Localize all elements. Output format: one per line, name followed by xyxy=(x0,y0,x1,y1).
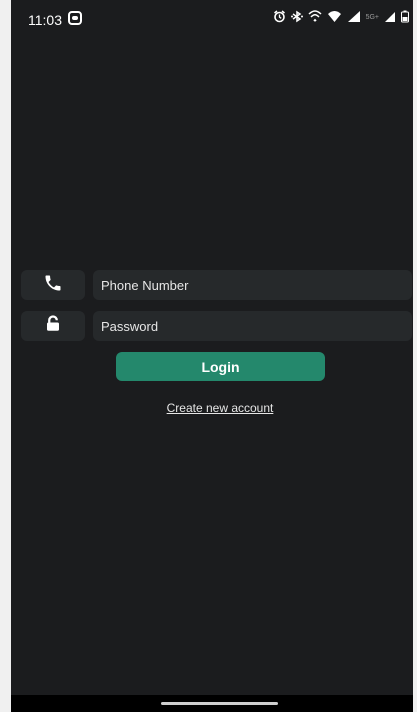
login-screen: Login Create new account xyxy=(11,44,413,695)
status-bar: 11:03 5G+ xyxy=(11,0,413,44)
signal-icon xyxy=(347,10,361,26)
phone-icon-box xyxy=(21,270,85,300)
unlock-icon xyxy=(44,314,62,338)
system-navigation-bar xyxy=(11,695,413,712)
second-signal-icon xyxy=(384,10,396,26)
wifi-icon xyxy=(327,10,342,26)
status-time: 11:03 xyxy=(28,12,62,28)
password-input[interactable] xyxy=(93,311,412,341)
phone-number-input[interactable] xyxy=(93,270,412,300)
status-app-icon xyxy=(68,11,82,25)
home-indicator[interactable] xyxy=(161,702,278,705)
unlock-icon-box xyxy=(21,311,85,341)
battery-icon xyxy=(401,10,409,26)
login-button[interactable]: Login xyxy=(116,352,325,381)
phone-number-row xyxy=(21,270,412,300)
network-type-label: 5G+ xyxy=(365,14,379,21)
right-screen-edge xyxy=(413,0,417,712)
alarm-icon xyxy=(273,10,286,26)
bluetooth-icon xyxy=(290,10,303,26)
create-new-account-link[interactable]: Create new account xyxy=(11,401,417,415)
wifi-call-icon xyxy=(308,10,322,26)
left-screen-edge xyxy=(0,0,11,712)
phone-icon xyxy=(43,273,63,298)
phone-screen: 11:03 5G+ Phone Number Login Create new … xyxy=(0,0,417,712)
password-row xyxy=(21,311,412,341)
status-icons: 5G+ xyxy=(273,10,409,26)
